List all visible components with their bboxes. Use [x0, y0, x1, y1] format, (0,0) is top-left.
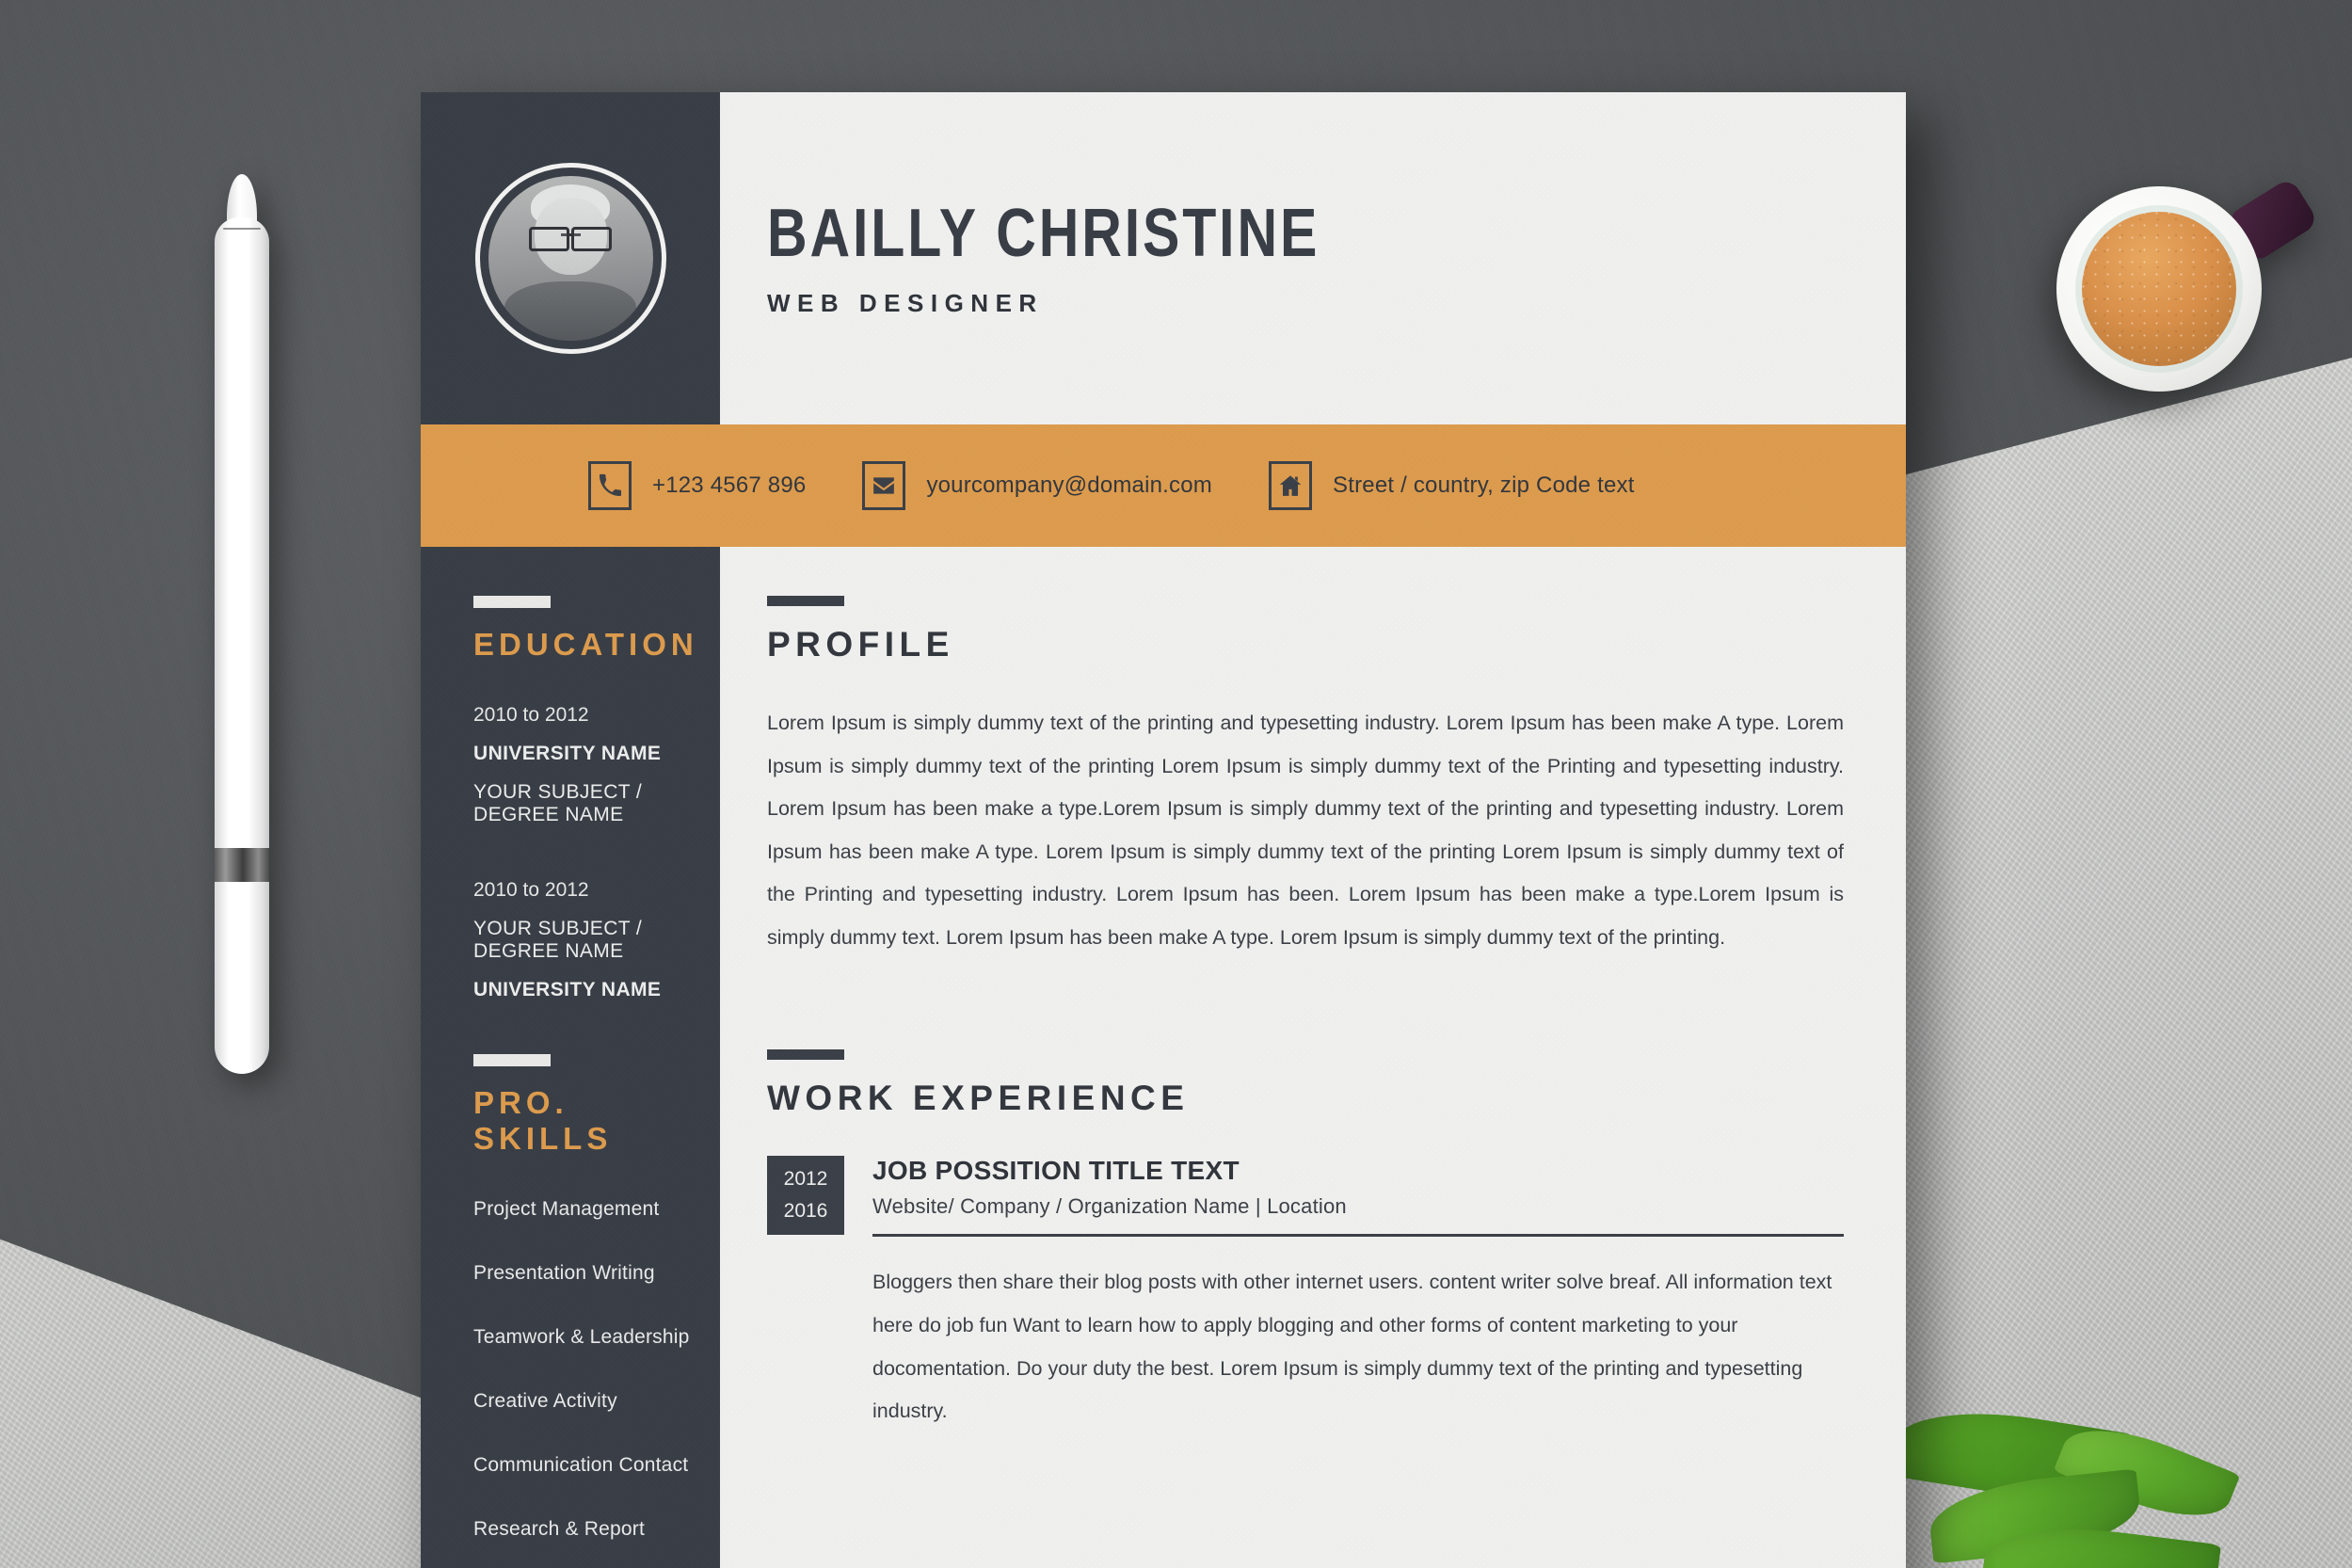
- envelope-icon: [862, 461, 906, 510]
- work-date-box: 2012 2016: [767, 1156, 844, 1236]
- resume-page: BAILLY CHRISTINE WEB DESIGNER +123 4567 …: [421, 92, 1906, 1568]
- education-item: 2010 to 2012 YOUR SUBJECT / DEGREE NAME …: [473, 879, 720, 1001]
- page-title: BAILLY CHRISTINE: [767, 196, 1320, 272]
- education-university: UNIVERSITY NAME: [473, 979, 662, 1000]
- phone-icon: [588, 461, 632, 510]
- contact-email-text: yourcompany@domain.com: [926, 472, 1212, 498]
- section-profile: PROFILE Lorem Ipsum is simply dummy text…: [767, 596, 1844, 959]
- education-heading: EDUCATION: [473, 627, 698, 662]
- resume-body: EDUCATION 2010 to 2012 UNIVERSITY NAME Y…: [421, 547, 1906, 1568]
- section-rule: [767, 1049, 844, 1061]
- skill-item: Communication Contact: [473, 1454, 689, 1476]
- sidebar: EDUCATION 2010 to 2012 UNIVERSITY NAME Y…: [421, 547, 720, 1568]
- avatar-ring: [474, 163, 666, 354]
- contact-address-text: Street / country, zip Code text: [1333, 472, 1635, 498]
- resume-header: BAILLY CHRISTINE WEB DESIGNER: [421, 92, 1906, 424]
- sidebar-section-education: EDUCATION 2010 to 2012 UNIVERSITY NAME Y…: [473, 596, 720, 1001]
- skill-item: Creative Activity: [473, 1390, 617, 1412]
- section-rule: [473, 1054, 551, 1066]
- mockup-scene: BAILLY CHRISTINE WEB DESIGNER +123 4567 …: [0, 0, 2352, 1568]
- main-content: PROFILE Lorem Ipsum is simply dummy text…: [720, 547, 1906, 1568]
- glasses-icon: [529, 227, 612, 251]
- avatar-panel: [421, 92, 720, 424]
- work-entry: 2012 2016 JOB POSSITION TITLE TEXT Websi…: [767, 1156, 1844, 1432]
- work-company-meta: Website/ Company / Organization Name | L…: [872, 1194, 1347, 1219]
- work-year-start: 2012: [783, 1167, 828, 1190]
- profile-body: Lorem Ipsum is simply dummy text of the …: [767, 712, 1844, 949]
- profile-heading: PROFILE: [767, 625, 954, 664]
- work-job-title: JOB POSSITION TITLE TEXT: [872, 1156, 1240, 1186]
- home-icon: [1269, 461, 1312, 510]
- education-degree: YOUR SUBJECT / DEGREE NAME: [473, 918, 643, 962]
- education-degree: YOUR SUBJECT / DEGREE NAME: [473, 781, 643, 825]
- stylus-metal-band: [215, 848, 269, 882]
- skill-item: Teamwork & Leadership: [473, 1326, 690, 1348]
- contact-bar: +123 4567 896 yourcompany@domain.com Str…: [421, 424, 1906, 547]
- contact-phone: +123 4567 896: [588, 461, 806, 510]
- avatar: [488, 176, 653, 341]
- skill-item: Presentation Writing: [473, 1262, 655, 1284]
- stylus-seam: [223, 228, 261, 230]
- sidebar-section-skills: PRO. SKILLS Project Management Presentat…: [473, 1054, 720, 1541]
- section-rule: [473, 596, 551, 608]
- work-year-end: 2016: [783, 1200, 828, 1223]
- coffee-cup: [2056, 176, 2320, 392]
- skills-heading: PRO. SKILLS: [473, 1085, 613, 1156]
- skill-item: Research & Report: [473, 1518, 645, 1540]
- education-date: 2010 to 2012: [473, 704, 589, 726]
- stylus-pencil: [215, 174, 269, 1115]
- contact-email: yourcompany@domain.com: [862, 461, 1212, 510]
- work-divider: [872, 1234, 1844, 1238]
- work-entry-details: JOB POSSITION TITLE TEXT Website/ Compan…: [872, 1156, 1844, 1432]
- contact-address: Street / country, zip Code text: [1269, 461, 1635, 510]
- job-role-subtitle: WEB DESIGNER: [767, 288, 1044, 317]
- education-university: UNIVERSITY NAME: [473, 743, 662, 764]
- education-item: 2010 to 2012 UNIVERSITY NAME YOUR SUBJEC…: [473, 704, 720, 826]
- name-panel: BAILLY CHRISTINE WEB DESIGNER: [720, 92, 1906, 424]
- avatar-torso: [504, 281, 636, 341]
- contact-phone-text: +123 4567 896: [652, 472, 807, 498]
- stylus-body: [215, 217, 269, 1074]
- skill-item: Project Management: [473, 1198, 660, 1220]
- section-rule: [767, 596, 844, 606]
- work-experience-heading: WORK EXPERIENCE: [767, 1079, 1190, 1118]
- plant-leaves: [1888, 1382, 2289, 1568]
- education-date: 2010 to 2012: [473, 879, 589, 901]
- coffee-crema: [2082, 212, 2236, 366]
- section-work-experience: WORK EXPERIENCE 2012 2016 JOB POSSITION …: [767, 1049, 1844, 1432]
- work-description: Bloggers then share their blog posts wit…: [872, 1271, 1832, 1423]
